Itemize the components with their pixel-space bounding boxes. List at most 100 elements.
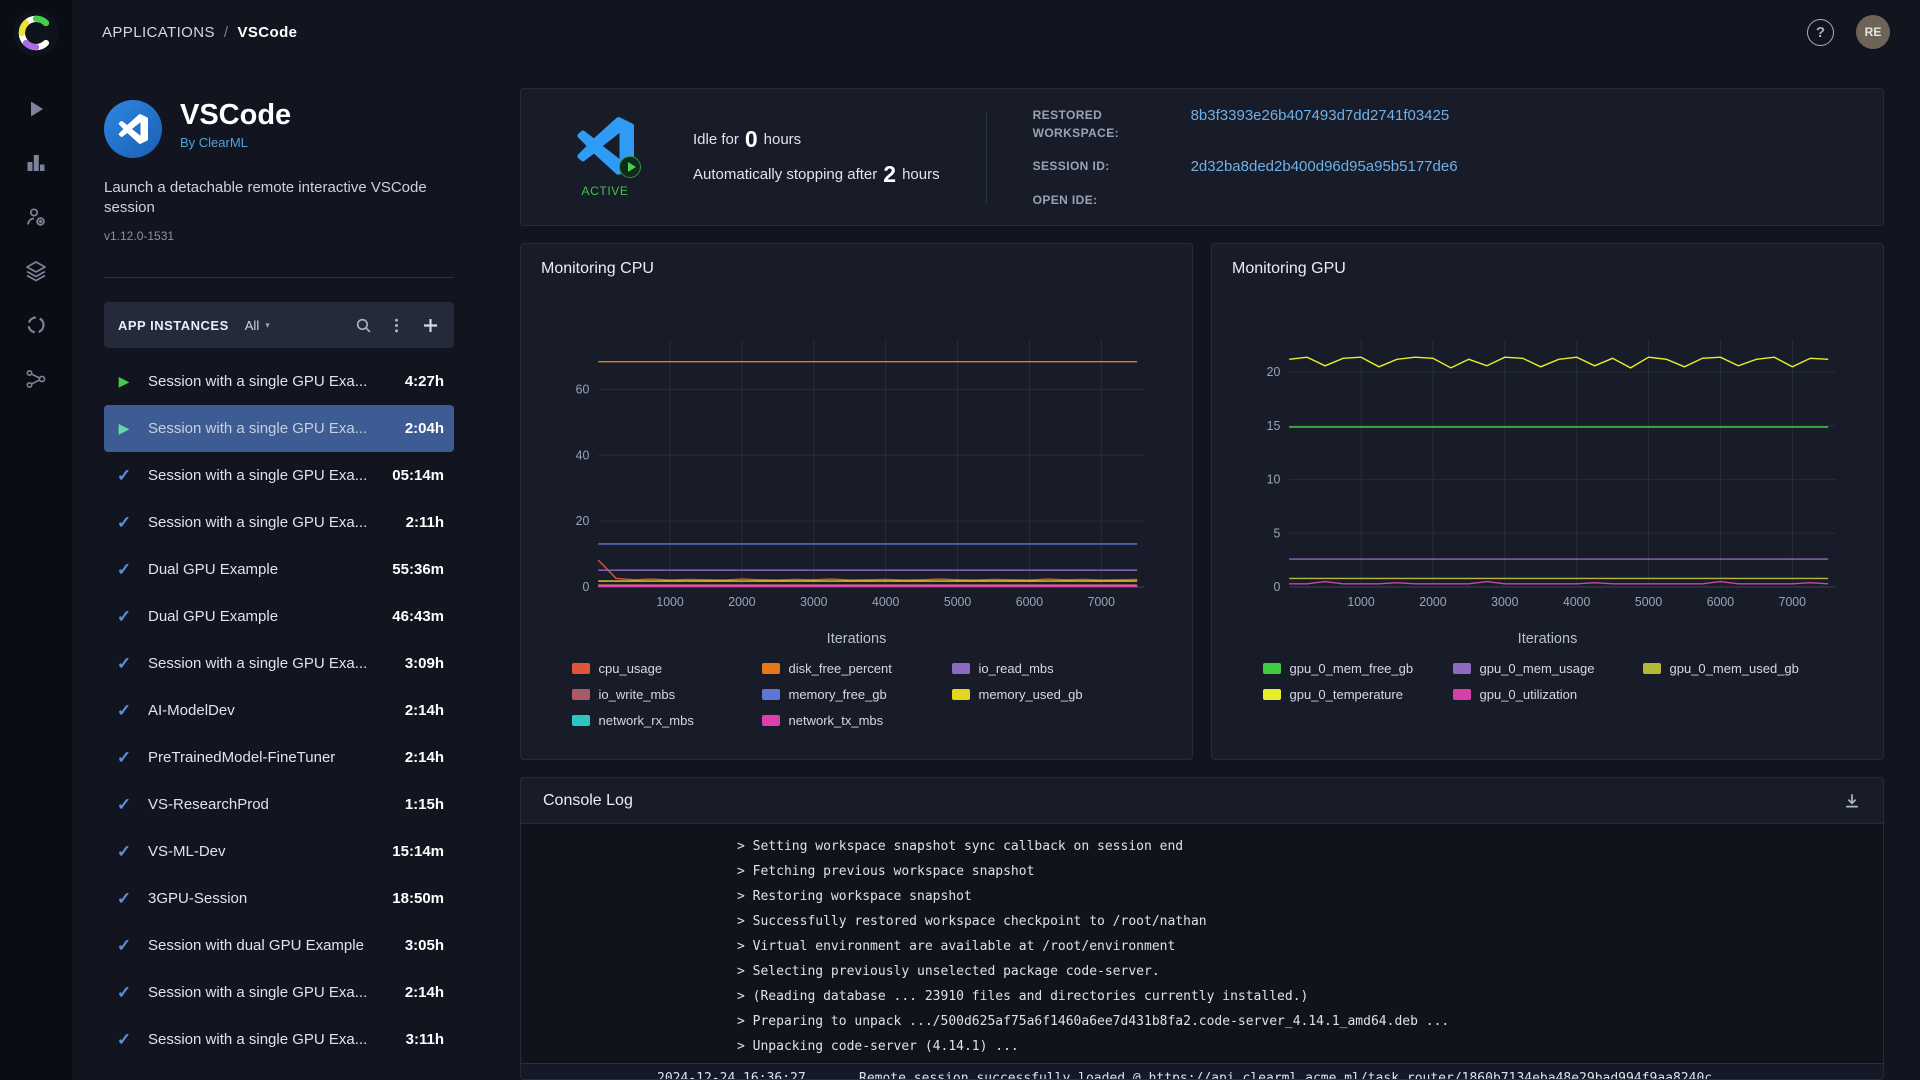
instance-name: Session with dual GPU Example bbox=[148, 937, 391, 954]
legend-item[interactable]: gpu_0_temperature bbox=[1263, 687, 1453, 702]
list-item[interactable]: ✓Session with a single GPU Exa...2:22h bbox=[104, 1063, 454, 1080]
list-item[interactable]: ✓Dual GPU Example55:36m bbox=[104, 546, 454, 593]
legend-item[interactable]: memory_used_gb bbox=[952, 687, 1142, 702]
list-item[interactable]: ✓VS-ResearchProd1:15h bbox=[104, 781, 454, 828]
instance-duration: 2:14h bbox=[405, 749, 444, 766]
nav-workers-icon[interactable] bbox=[23, 204, 49, 230]
console-title: Console Log bbox=[543, 792, 633, 810]
list-item[interactable]: ✓AI-ModelDev2:14h bbox=[104, 687, 454, 734]
download-icon[interactable] bbox=[1843, 792, 1861, 810]
log-line: > Fetching previous workspace snapshot bbox=[521, 859, 1883, 884]
legend-swatch bbox=[1453, 689, 1471, 700]
legend-swatch bbox=[952, 689, 970, 700]
check-icon: ✓ bbox=[114, 607, 134, 627]
instance-name: Session with a single GPU Exa... bbox=[148, 1031, 392, 1048]
cpu-legend: cpu_usagedisk_free_percent io_read_mbs io_… bbox=[541, 661, 1172, 728]
legend-item[interactable]: memory_free_gb bbox=[762, 687, 952, 702]
search-icon[interactable] bbox=[355, 317, 372, 334]
nav-pipelines-icon[interactable] bbox=[23, 312, 49, 338]
session-id-value: 2d32ba8ded2b400d96d95a95b5177de6 bbox=[1191, 157, 1458, 176]
nav-projects-icon[interactable] bbox=[23, 150, 49, 176]
legend-item[interactable]: gpu_0_mem_used_gb bbox=[1643, 661, 1833, 676]
list-item[interactable]: ✓VS-ML-Dev15:14m bbox=[104, 828, 454, 875]
check-icon: ✓ bbox=[114, 701, 134, 721]
instances-filter-dropdown[interactable]: All ▾ bbox=[245, 318, 270, 333]
list-item[interactable]: ✓Session with dual GPU Example3:05h bbox=[104, 922, 454, 969]
instance-name: Session with a single GPU Exa... bbox=[148, 655, 391, 672]
restored-workspace-label: RESTORED WORKSPACE: bbox=[1033, 106, 1165, 142]
add-instance-button[interactable] bbox=[421, 316, 440, 335]
legend-label: network_rx_mbs bbox=[599, 713, 694, 728]
legend-item[interactable]: gpu_0_utilization bbox=[1453, 687, 1643, 702]
legend-swatch bbox=[1263, 663, 1281, 674]
instance-duration: 55:36m bbox=[392, 561, 444, 578]
legend-label: io_read_mbs bbox=[979, 661, 1054, 676]
legend-label: memory_free_gb bbox=[789, 687, 887, 702]
svg-text:1000: 1000 bbox=[1347, 595, 1375, 609]
help-icon[interactable]: ? bbox=[1807, 19, 1834, 46]
svg-text:0: 0 bbox=[1273, 580, 1280, 594]
list-item[interactable]: ✓Dual GPU Example46:43m bbox=[104, 593, 454, 640]
instance-name: Session with a single GPU Exa... bbox=[148, 514, 392, 531]
list-item[interactable]: ✓3GPU-Session18:50m bbox=[104, 875, 454, 922]
legend-label: gpu_0_utilization bbox=[1480, 687, 1578, 702]
log-message: > Unpacking code-server (4.14.1) ... bbox=[737, 1039, 1019, 1054]
vscode-app-logo bbox=[104, 100, 162, 158]
legend-item[interactable]: gpu_0_mem_free_gb bbox=[1263, 661, 1453, 676]
legend-item[interactable]: network_rx_mbs bbox=[572, 713, 762, 728]
chevron-down-icon: ▾ bbox=[265, 320, 270, 331]
list-item[interactable]: ✓Session with a single GPU Exa...2:14h bbox=[104, 969, 454, 1016]
session-status-card: ACTIVE Idle for 0 hours Automatically st… bbox=[520, 88, 1884, 226]
log-line: 2024-12-24 16:36:27Remote session succes… bbox=[521, 1063, 1883, 1079]
chart-title: Monitoring CPU bbox=[541, 260, 1172, 278]
instance-name: PreTrainedModel-FineTuner bbox=[148, 749, 391, 766]
svg-text:10: 10 bbox=[1267, 473, 1281, 487]
app-panel: VSCode By ClearML Launch a detachable re… bbox=[104, 100, 454, 1080]
console-body[interactable]: > Setting workspace snapshot sync callba… bbox=[521, 824, 1883, 1079]
page-title: VSCode bbox=[180, 100, 291, 132]
instance-duration: 15:14m bbox=[392, 843, 444, 860]
instance-name: 3GPU-Session bbox=[148, 890, 378, 907]
list-item[interactable]: ✓ PreTrainedModel-FineTuner 2:14h bbox=[104, 734, 454, 781]
legend-label: gpu_0_mem_used_gb bbox=[1670, 661, 1799, 676]
avatar-initials: RE bbox=[1865, 25, 1882, 39]
x-axis-label: Iterations bbox=[1232, 631, 1863, 647]
instance-duration: 1:15h bbox=[405, 796, 444, 813]
legend-item[interactable]: io_read_mbs bbox=[952, 661, 1142, 676]
instance-name: VS-ML-Dev bbox=[148, 843, 378, 860]
legend-swatch bbox=[952, 663, 970, 674]
legend-item[interactable]: gpu_0_mem_usage bbox=[1453, 661, 1643, 676]
list-item[interactable]: ✓Session with a single GPU Exa...3:11h bbox=[104, 1016, 454, 1063]
legend-item[interactable]: cpu_usage bbox=[572, 661, 762, 676]
instances-toolbar: APP INSTANCES All ▾ bbox=[104, 302, 454, 348]
nav-orchestration-icon[interactable] bbox=[23, 366, 49, 392]
check-icon: ✓ bbox=[114, 889, 134, 909]
legend-item[interactable]: network_tx_mbs bbox=[762, 713, 952, 728]
clearml-logo[interactable] bbox=[13, 10, 59, 56]
legend-swatch bbox=[572, 663, 590, 674]
nav-datasets-icon[interactable] bbox=[23, 258, 49, 284]
instance-name: Session with a single GPU Exa... bbox=[148, 467, 378, 484]
svg-text:4000: 4000 bbox=[1563, 595, 1591, 609]
check-icon: ✓ bbox=[114, 748, 134, 768]
log-message: > Fetching previous workspace snapshot bbox=[737, 864, 1034, 879]
check-icon: ✓ bbox=[114, 654, 134, 674]
list-item[interactable]: ✓Session with a single GPU Exa...2:11h bbox=[104, 499, 454, 546]
app-byline-link[interactable]: By ClearML bbox=[180, 135, 291, 150]
check-icon: ✓ bbox=[114, 983, 134, 1003]
list-item[interactable]: ▶Session with a single GPU Exa...4:27h bbox=[104, 358, 454, 405]
list-item[interactable]: ✓Session with a single GPU Exa...05:14m bbox=[104, 452, 454, 499]
list-item[interactable]: ✓Session with a single GPU Exa...3:09h bbox=[104, 640, 454, 687]
kebab-menu-icon[interactable] bbox=[388, 317, 405, 334]
log-message: > Setting workspace snapshot sync callba… bbox=[737, 839, 1183, 854]
legend-item[interactable]: io_write_mbs bbox=[572, 687, 762, 702]
list-item[interactable]: ▶Session with a single GPU Exa...2:04h bbox=[104, 405, 454, 452]
nav-launch-icon[interactable] bbox=[23, 96, 49, 122]
legend-label: memory_used_gb bbox=[979, 687, 1083, 702]
avatar[interactable]: RE bbox=[1856, 15, 1890, 49]
legend-item[interactable]: disk_free_percent bbox=[762, 661, 952, 676]
svg-text:7000: 7000 bbox=[1088, 595, 1116, 609]
breadcrumb-applications[interactable]: APPLICATIONS bbox=[102, 24, 215, 41]
log-message: > Successfully restored workspace checkp… bbox=[737, 914, 1207, 929]
cpu-chart: 02040601000200030004000500060007000 bbox=[541, 282, 1172, 627]
